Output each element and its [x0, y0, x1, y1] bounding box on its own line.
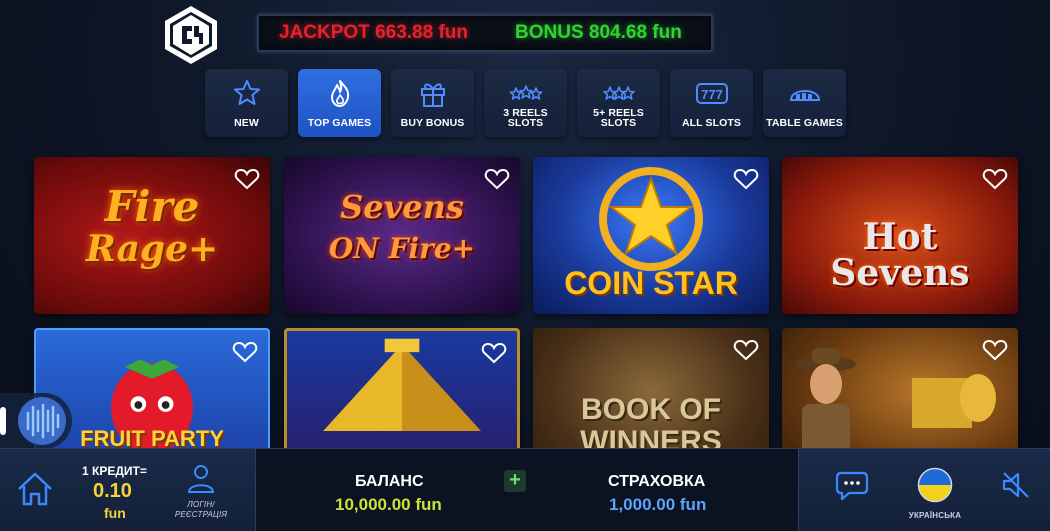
user-icon — [187, 465, 215, 493]
game-tile-sevens-on-fire[interactable]: Sevens ON Fire+ — [284, 157, 520, 314]
login-label: ЛОГІН/ — [187, 500, 215, 509]
favorite-heart-icon[interactable] — [484, 167, 510, 191]
flame-icon — [330, 80, 349, 107]
insurance-label: СТРАХОВКА — [608, 473, 706, 490]
bottom-bar: 1 КРЕДИТ= 0.10 fun ЛОГІН/ РЕЄСТРАЦІЯ БАЛ… — [0, 448, 1050, 531]
login-button[interactable]: ЛОГІН/ РЕЄСТРАЦІЯ — [175, 463, 227, 525]
tab-label: TABLE GAMES — [766, 117, 843, 129]
game-tile-hot-sevens[interactable]: Hot Sevens — [782, 157, 1018, 314]
language-label: УКРАЇНСЬКА — [908, 511, 962, 520]
add-funds-button[interactable]: + — [504, 470, 526, 492]
tab-label: TOP GAMES — [307, 117, 372, 129]
game-title: Sevens ON Fire+ — [328, 188, 476, 265]
stars-icon — [602, 86, 635, 100]
tab-new[interactable]: NEW — [205, 69, 288, 137]
favorite-heart-icon[interactable] — [234, 167, 260, 191]
gift-icon — [420, 83, 445, 107]
star-icon — [233, 80, 260, 105]
favorite-heart-icon[interactable] — [733, 167, 759, 191]
tab-label: 3 REELS SLOTS — [503, 107, 548, 129]
mute-icon[interactable] — [1000, 469, 1032, 501]
tab-label: ALL SLOTS — [681, 117, 742, 129]
tab-all-slots[interactable]: 777 ALL SLOTS — [670, 69, 753, 137]
game-title: Hot Sevens — [830, 216, 970, 294]
insurance-value: 1,000.00 fun — [609, 495, 707, 514]
balance-value: 10,000.00 fun — [335, 495, 442, 514]
jackpot-value: JACKPOT 663.88 fun — [279, 22, 468, 43]
jackpot-banner: JACKPOT 663.88 fun BONUS 804.68 fun — [257, 14, 713, 52]
favorite-heart-icon[interactable] — [481, 341, 507, 365]
tab-label: 5+ REELS SLOTS — [593, 107, 644, 129]
brand-logo[interactable] — [160, 4, 222, 66]
tab-5-reels-slots[interactable]: 5+ REELS SLOTS — [577, 69, 660, 137]
game-title: COIN STAR — [564, 265, 738, 301]
tab-3-reels-slots[interactable]: 3 REELS SLOTS — [484, 69, 567, 137]
tab-buy-bonus[interactable]: BUY BONUS — [391, 69, 474, 137]
chat-icon[interactable] — [835, 469, 869, 501]
favorite-heart-icon[interactable] — [982, 167, 1008, 191]
game-tile-fire-rage[interactable]: Fire Rage+ — [34, 157, 270, 314]
ukraine-flag-icon — [917, 467, 953, 503]
favorite-heart-icon[interactable] — [232, 340, 258, 364]
slot-777-icon: 777 — [695, 83, 728, 104]
credit-unit: fun — [104, 505, 126, 521]
balance-label: БАЛАНС — [355, 473, 424, 490]
credit-value: 0.10 — [93, 480, 132, 502]
game-tile-coin-star[interactable]: COIN STAR — [533, 157, 769, 314]
tab-label: NEW — [234, 117, 259, 129]
credit-label: 1 КРЕДИТ= — [82, 464, 147, 478]
tab-label: BUY BONUS — [400, 117, 465, 129]
bonus-value: BONUS 804.68 fun — [515, 22, 682, 43]
three-stars-icon — [509, 85, 542, 100]
tab-top-games[interactable]: TOP GAMES — [298, 69, 381, 137]
favorite-heart-icon[interactable] — [982, 338, 1008, 362]
table-games-icon — [789, 90, 820, 101]
svg-text:777: 777 — [701, 87, 723, 102]
game-title: Fire Rage+ — [85, 182, 219, 270]
home-icon[interactable] — [15, 469, 55, 509]
category-tabs: NEW TOP GAMES BUY BONUS 3 REELS SLOTS 5+ … — [205, 69, 846, 137]
favorite-heart-icon[interactable] — [733, 338, 759, 362]
balance-panel: БАЛАНС 10,000.00 fun + СТРАХОВКА 1,000.0… — [255, 449, 799, 531]
sound-wave-icon — [0, 397, 66, 445]
register-label: РЕЄСТРАЦІЯ — [174, 510, 228, 519]
floating-audio-widget[interactable] — [0, 393, 72, 449]
tab-table-games[interactable]: TABLE GAMES — [763, 69, 846, 137]
language-selector[interactable]: УКРАЇНСЬКА — [904, 463, 966, 525]
